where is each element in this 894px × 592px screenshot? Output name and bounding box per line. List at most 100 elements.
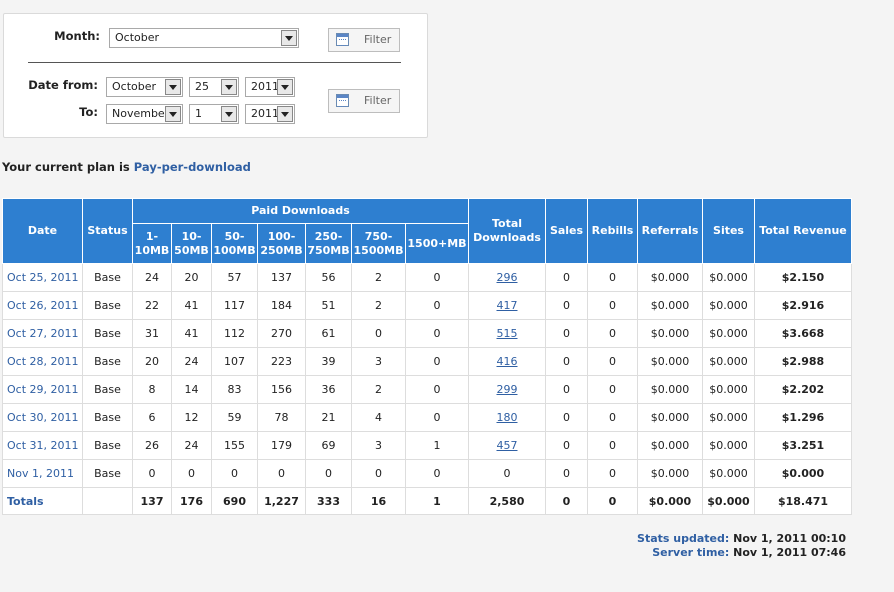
chevron-down-icon[interactable] <box>221 106 237 122</box>
total-downloads-link[interactable]: 515 <box>497 327 518 340</box>
to-month-value: November <box>112 107 170 120</box>
row-referrals: $0.000 <box>637 263 703 292</box>
table-row: Oct 26, 2011 Base 22 41 117 184 51 2 0 417 0 0 $0.00… <box>2 291 852 320</box>
total-downloads-link[interactable]: 296 <box>497 271 518 284</box>
row-total-downloads[interactable]: 180 <box>468 403 546 432</box>
row-total-revenue: $2.916 <box>754 291 852 320</box>
row-total-revenue: $2.988 <box>754 347 852 376</box>
row-total-downloads[interactable]: 296 <box>468 263 546 292</box>
to-year-select[interactable]: 2011 <box>245 104 295 124</box>
col-status: Status <box>82 198 133 264</box>
from-month-value: October <box>112 80 157 93</box>
col-paid-downloads: Paid Downloads <box>132 198 469 224</box>
row-rebills: 0 <box>587 319 638 348</box>
row-size-value: 0 <box>405 291 469 320</box>
row-size-value: 112 <box>211 319 258 348</box>
row-status: Base <box>82 375 133 404</box>
table-row: Oct 27, 2011 Base 31 41 112 270 61 0 0 515 0 0 $0.00… <box>2 319 852 348</box>
totals-size-value: 16 <box>351 487 406 515</box>
row-total-downloads[interactable]: 457 <box>468 431 546 460</box>
filter-divider <box>28 62 401 63</box>
row-size-value: 36 <box>305 375 352 404</box>
row-total-downloads[interactable]: 515 <box>468 319 546 348</box>
total-downloads-link[interactable]: 180 <box>497 411 518 424</box>
total-downloads-link[interactable]: 457 <box>497 439 518 452</box>
row-total-downloads[interactable]: 299 <box>468 375 546 404</box>
server-time-label: Server time: <box>652 546 730 559</box>
totals-size-value: 1 <box>405 487 469 515</box>
row-date: Nov 1, 2011 <box>2 459 83 488</box>
totals-row: Totals 137 176 690 1,227 333 16 1 2,580 0 0 $0.000 $… <box>2 487 852 515</box>
totals-sites: $0.000 <box>702 487 755 515</box>
row-size-value: 0 <box>171 459 212 488</box>
row-size-value: 20 <box>132 347 172 376</box>
to-day-select[interactable]: 1 <box>189 104 239 124</box>
row-size-value: 155 <box>211 431 258 460</box>
chevron-down-icon[interactable] <box>165 79 181 95</box>
totals-rebills: 0 <box>587 487 638 515</box>
row-size-value: 78 <box>257 403 306 432</box>
row-sales: 0 <box>545 459 588 488</box>
date-range-filter-button[interactable]: Filter <box>328 89 400 113</box>
table-row: Oct 29, 2011 Base 8 14 83 156 36 2 0 299 0 0 $0.000 $… <box>2 375 852 404</box>
row-size-value: 0 <box>305 459 352 488</box>
row-size-value: 0 <box>405 263 469 292</box>
row-status: Base <box>82 431 133 460</box>
col-size-4: 250- 750MB <box>305 223 352 264</box>
chevron-down-icon[interactable] <box>165 106 181 122</box>
row-size-value: 0 <box>132 459 172 488</box>
total-downloads-link[interactable]: 416 <box>497 355 518 368</box>
chevron-down-icon[interactable] <box>281 30 297 46</box>
chevron-down-icon[interactable] <box>277 106 293 122</box>
row-total-downloads[interactable]: 417 <box>468 291 546 320</box>
row-total-revenue: $2.202 <box>754 375 852 404</box>
col-rebills: Rebills <box>587 198 638 264</box>
plan-link[interactable]: Pay-per-download <box>134 160 251 174</box>
totals-size-value: 690 <box>211 487 258 515</box>
stats-updated: Stats updated: Nov 1, 2011 00:10 <box>637 532 846 545</box>
row-size-value: 0 <box>405 403 469 432</box>
from-day-value: 25 <box>195 80 209 93</box>
from-month-select[interactable]: October <box>106 77 183 97</box>
chevron-down-icon[interactable] <box>221 79 237 95</box>
row-referrals: $0.000 <box>637 291 703 320</box>
row-size-value: 31 <box>132 319 172 348</box>
month-select[interactable]: October <box>109 28 299 48</box>
row-size-value: 0 <box>257 459 306 488</box>
month-filter-button[interactable]: Filter <box>328 28 400 52</box>
to-label: To: <box>79 105 98 119</box>
row-size-value: 117 <box>211 291 258 320</box>
current-plan: Your current plan is Pay-per-download <box>2 160 251 174</box>
total-downloads-link[interactable]: 417 <box>497 299 518 312</box>
row-referrals: $0.000 <box>637 431 703 460</box>
chevron-down-icon[interactable] <box>277 79 293 95</box>
row-size-value: 51 <box>305 291 352 320</box>
row-size-value: 0 <box>351 319 406 348</box>
row-total-downloads: 0 <box>468 459 546 488</box>
row-sales: 0 <box>545 347 588 376</box>
from-year-select[interactable]: 2011 <box>245 77 295 97</box>
col-referrals: Referrals <box>637 198 703 264</box>
stats-table: Date Status Paid Downloads Total Downloa… <box>2 198 852 515</box>
row-sites: $0.000 <box>702 347 755 376</box>
stats-updated-label: Stats updated: <box>637 532 730 545</box>
to-month-select[interactable]: November <box>106 104 183 124</box>
row-size-value: 0 <box>211 459 258 488</box>
from-day-select[interactable]: 25 <box>189 77 239 97</box>
row-date: Oct 27, 2011 <box>2 319 83 348</box>
total-downloads-link[interactable]: 299 <box>497 383 518 396</box>
row-date: Oct 26, 2011 <box>2 291 83 320</box>
totals-downloads: 2,580 <box>468 487 546 515</box>
row-size-value: 2 <box>351 375 406 404</box>
col-size-5: 750- 1500MB <box>351 223 406 264</box>
plan-prefix: Your current plan is <box>2 160 130 174</box>
row-total-downloads[interactable]: 416 <box>468 347 546 376</box>
row-rebills: 0 <box>587 347 638 376</box>
row-referrals: $0.000 <box>637 347 703 376</box>
row-size-value: 24 <box>132 263 172 292</box>
col-sites: Sites <box>702 198 755 264</box>
row-size-value: 0 <box>351 459 406 488</box>
row-size-value: 8 <box>132 375 172 404</box>
row-status: Base <box>82 263 133 292</box>
row-size-value: 26 <box>132 431 172 460</box>
